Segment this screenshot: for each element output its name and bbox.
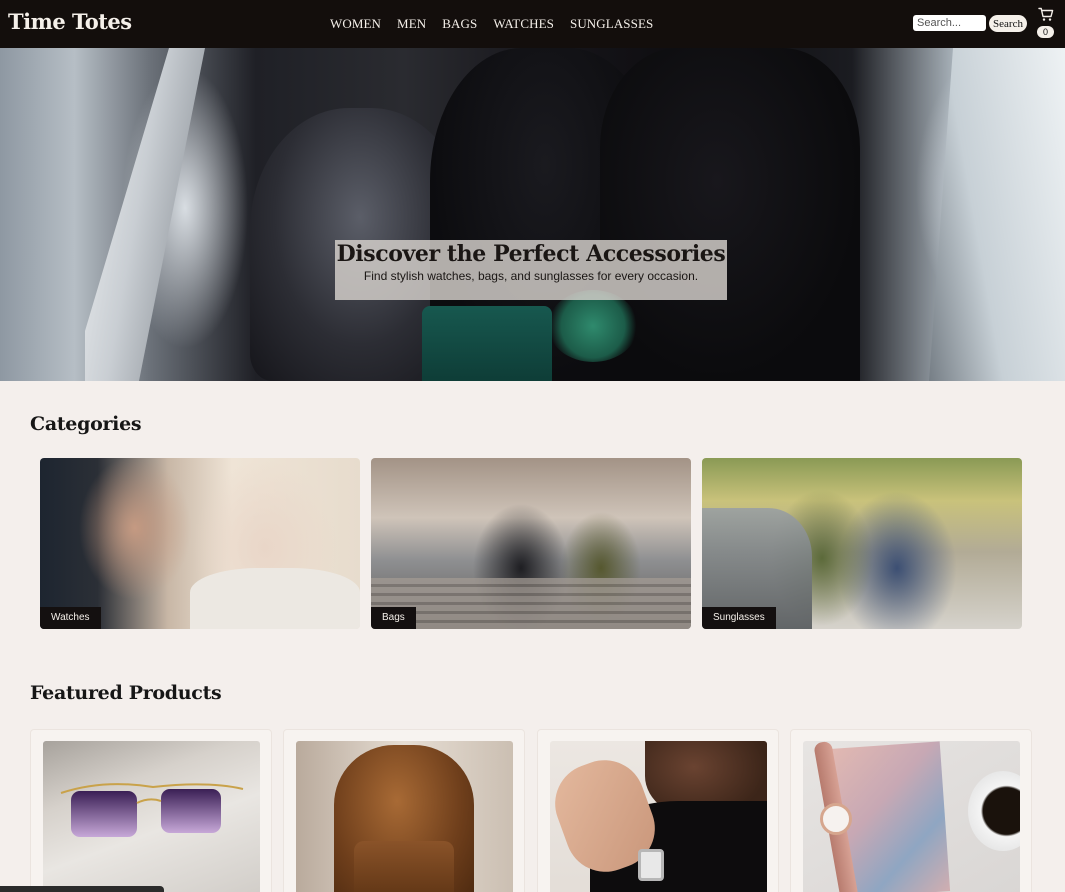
category-image-bags-stairs	[371, 578, 691, 629]
category-label-sunglasses: Sunglasses	[702, 607, 776, 629]
hero-fur-charm	[548, 290, 638, 362]
product-image-rose-watch	[803, 741, 1020, 892]
category-card-sunglasses[interactable]: Sunglasses	[702, 458, 1022, 629]
nav-men[interactable]: MEN	[397, 16, 426, 32]
category-label-watches: Watches	[40, 607, 101, 629]
hero-door-left	[85, 48, 205, 381]
cart-count-badge: 0	[1037, 26, 1054, 38]
hero-door-right	[929, 48, 1065, 381]
category-card-bags[interactable]: Bags	[371, 458, 691, 629]
sunglasses-icon	[60, 783, 244, 837]
product-card[interactable]	[30, 729, 272, 892]
hero-caption: Discover the Perfect Accessories Find st…	[335, 240, 727, 300]
hero-subtitle: Find stylish watches, bags, and sunglass…	[363, 269, 699, 283]
site-header: Time Totes WOMEN MEN BAGS WATCHES SUNGLA…	[0, 0, 1065, 48]
nav-sunglasses[interactable]: SUNGLASSES	[570, 16, 653, 32]
cart-button[interactable]: 0	[1036, 6, 1056, 40]
coffee-cup	[968, 771, 1020, 851]
nav-bags[interactable]: BAGS	[442, 16, 477, 32]
category-card-watches[interactable]: Watches	[40, 458, 360, 629]
product-image-backpack	[296, 741, 513, 892]
hero-green-bag	[422, 306, 552, 381]
nav-women[interactable]: WOMEN	[330, 16, 381, 32]
search-button[interactable]: Search	[989, 15, 1027, 32]
watch-dial	[820, 803, 852, 835]
cart-icon	[1038, 7, 1054, 21]
category-image-watches-sweater	[190, 568, 360, 629]
product-image-watch-model	[550, 741, 767, 892]
watch-face	[638, 849, 664, 881]
product-card[interactable]	[537, 729, 779, 892]
nav-watches[interactable]: WATCHES	[493, 16, 554, 32]
product-card[interactable]	[790, 729, 1032, 892]
hero-banner: Discover the Perfect Accessories Find st…	[0, 48, 1065, 381]
product-card[interactable]	[283, 729, 525, 892]
site-logo[interactable]: Time Totes	[8, 9, 132, 34]
hero-title: Discover the Perfect Accessories	[336, 241, 726, 267]
backpack-pocket	[354, 841, 454, 892]
hero-figure-right	[600, 48, 860, 381]
main-nav: WOMEN MEN BAGS WATCHES SUNGLASSES	[330, 16, 653, 32]
categories-heading: Categories	[30, 413, 142, 435]
category-label-bags: Bags	[371, 607, 416, 629]
status-bar	[0, 886, 164, 892]
product-image-sunglasses	[43, 741, 260, 892]
featured-heading: Featured Products	[30, 682, 222, 704]
search-input[interactable]	[913, 15, 986, 31]
